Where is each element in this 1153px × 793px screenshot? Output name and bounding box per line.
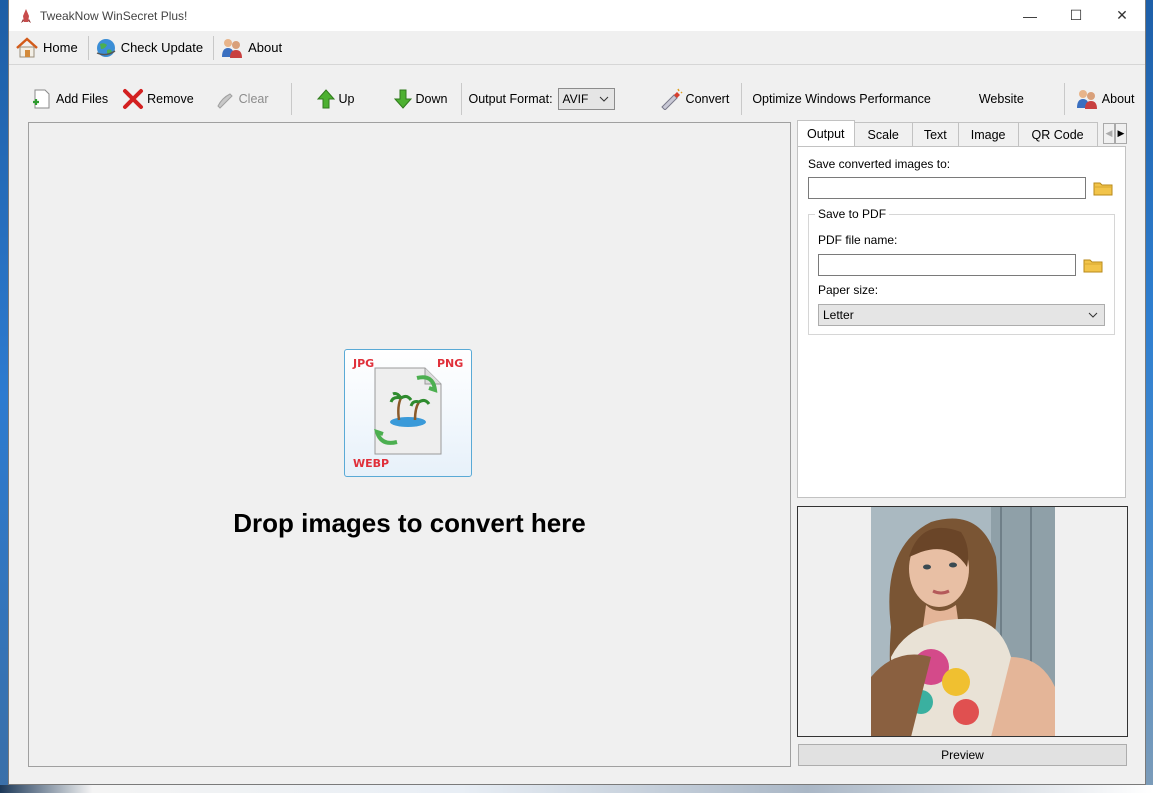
optimize-windows-link[interactable]: Optimize Windows Performance [748, 84, 935, 114]
website-link[interactable]: Website [975, 84, 1028, 114]
pdf-name-label: PDF file name: [818, 233, 898, 247]
badge-jpg: JPG [352, 357, 374, 370]
clear-brush-icon [217, 93, 233, 109]
drop-message: Drop images to convert here [233, 508, 586, 538]
maximize-button[interactable]: ☐ [1053, 0, 1099, 31]
browse-pdf-button[interactable] [1082, 254, 1104, 276]
up-button[interactable]: Up [312, 84, 359, 114]
about-button[interactable]: About [1071, 84, 1139, 114]
convert-label: Convert [685, 92, 730, 106]
tab-output[interactable]: Output [797, 120, 855, 147]
badge-webp: WEBP [353, 457, 389, 470]
tab-scroll-buttons: ◀ ▶ [1103, 123, 1127, 144]
preview-button[interactable]: Preview [798, 744, 1127, 766]
toolbar-separator [1063, 83, 1065, 115]
browse-folder-button[interactable] [1092, 177, 1114, 199]
clear-label: Clear [238, 92, 269, 106]
users-icon [222, 38, 243, 58]
tab-scale[interactable]: Scale [853, 122, 913, 147]
badge-png: PNG [437, 357, 463, 370]
users-icon [1076, 90, 1097, 109]
menu-home-label: Home [43, 40, 78, 55]
chevron-down-icon [599, 96, 608, 102]
remove-x-icon [123, 89, 144, 109]
tab-image[interactable]: Image [957, 122, 1019, 147]
drop-illustration: JPG PNG WEBP [344, 349, 472, 477]
menu-home[interactable]: Home [13, 34, 84, 62]
menu-bar: Home Check Update About [9, 31, 1145, 65]
convert-wand-icon [660, 88, 683, 110]
toolbar-separator [741, 83, 743, 115]
tab-qr-code[interactable]: QR Code [1017, 122, 1098, 147]
toolbar-separator [461, 83, 463, 115]
clear-button[interactable]: Clear [210, 84, 273, 114]
menu-about[interactable]: About [218, 34, 288, 62]
down-button[interactable]: Down [389, 84, 452, 114]
output-format-label: Output Format: [468, 92, 553, 106]
desktop-taskbar-strip [0, 785, 1153, 793]
tab-scroll-left-icon[interactable]: ◀ [1103, 123, 1115, 144]
preview-photo [871, 507, 1055, 736]
menu-separator [213, 35, 215, 60]
settings-tabs: Output Scale Text Image QR Code ◀ ▶ [797, 120, 1127, 147]
toolbar: Add Files Remove Clear Up Down Output Fo… [9, 78, 1147, 120]
output-format-select[interactable]: AVIF [557, 88, 615, 110]
paper-size-value: Letter [823, 308, 854, 322]
output-tab-panel: Save converted images to: Save to PDF PD… [797, 146, 1126, 498]
close-button[interactable]: ✕ [1099, 0, 1145, 31]
window-title: TweakNow WinSecret Plus! [40, 8, 188, 23]
add-file-icon [33, 89, 50, 109]
home-icon [16, 36, 38, 57]
up-label: Up [338, 92, 355, 106]
menu-check-update-label: Check Update [120, 40, 204, 55]
arrow-up-icon [316, 89, 335, 109]
tab-scroll-right-icon[interactable]: ▶ [1115, 123, 1127, 144]
toolbar-separator [290, 83, 292, 115]
output-format-value: AVIF [562, 92, 589, 106]
save-to-path-input[interactable] [808, 177, 1086, 199]
add-files-button[interactable]: Add Files [27, 84, 112, 114]
image-convert-icon: JPG PNG WEBP [352, 357, 463, 470]
optimize-label: Optimize Windows Performance [752, 92, 931, 106]
convert-button[interactable]: Convert [655, 84, 734, 114]
save-to-label: Save converted images to: [808, 157, 951, 171]
down-label: Down [415, 92, 448, 106]
arrow-down-icon [393, 89, 412, 109]
add-files-label: Add Files [56, 92, 109, 106]
website-label: Website [978, 92, 1024, 106]
portrait-image [871, 507, 1055, 736]
paper-size-label: Paper size: [818, 283, 879, 297]
image-drop-area[interactable]: JPG PNG WEBP Drop images to convert here [28, 122, 791, 767]
paper-size-select[interactable]: Letter [818, 304, 1105, 326]
menu-check-update[interactable]: Check Update [93, 34, 209, 62]
app-rocket-icon [21, 8, 31, 23]
remove-label: Remove [147, 92, 194, 106]
pdf-name-input[interactable] [818, 254, 1076, 276]
globe-icon [96, 38, 116, 57]
menu-separator [87, 35, 89, 60]
chevron-down-icon [1088, 312, 1098, 318]
remove-button[interactable]: Remove [118, 84, 198, 114]
about-label: About [1101, 92, 1135, 106]
tab-text[interactable]: Text [911, 122, 959, 147]
preview-pane [797, 506, 1128, 737]
minimize-button[interactable]: — [1007, 0, 1053, 31]
folder-icon [1083, 259, 1103, 273]
save-to-pdf-legend: Save to PDF [815, 207, 890, 221]
app-window: TweakNow WinSecret Plus! — ☐ ✕ Home Chec… [8, 0, 1146, 785]
menu-about-label: About [248, 40, 283, 55]
save-to-pdf-group: Save to PDF PDF file name: Paper size: L… [808, 207, 1115, 335]
folder-icon [1093, 182, 1113, 196]
title-bar[interactable]: TweakNow WinSecret Plus! — ☐ ✕ [9, 0, 1145, 31]
